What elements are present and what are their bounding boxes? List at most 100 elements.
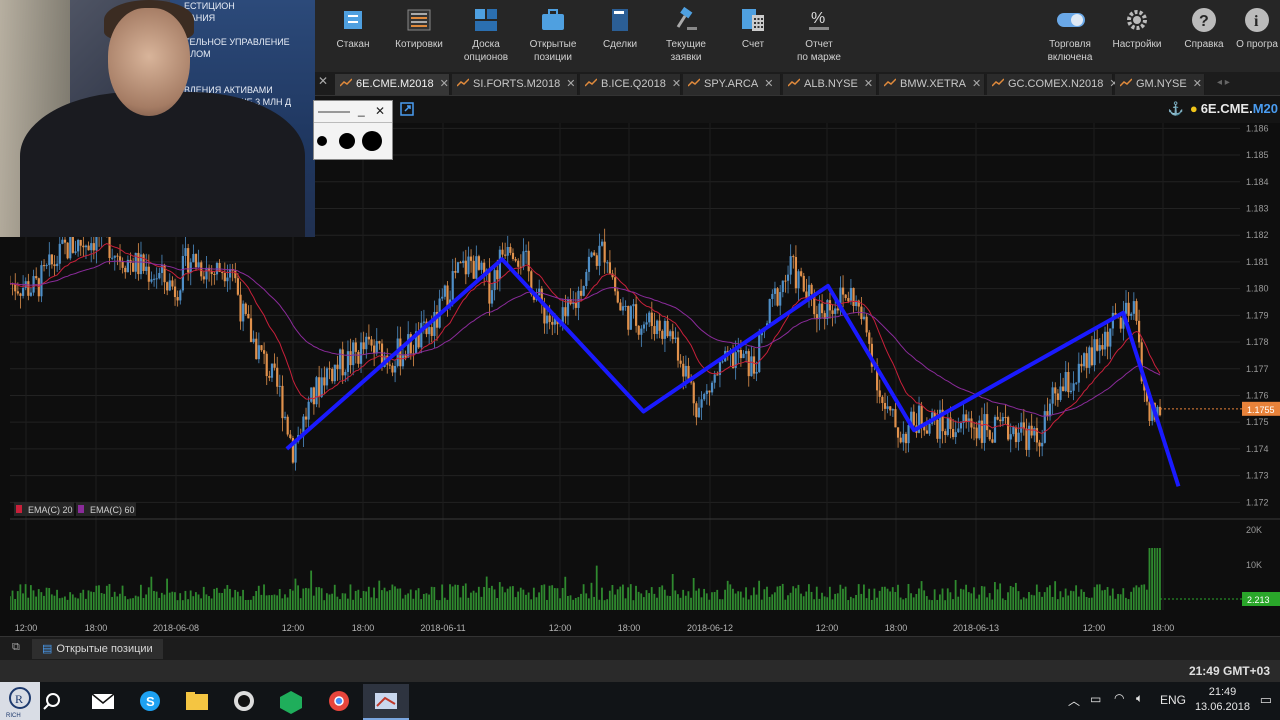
candle-body xyxy=(697,407,701,418)
toolbar-item[interactable]: Открытые позиции xyxy=(519,5,587,69)
candle-body xyxy=(792,256,795,258)
volume-bar xyxy=(514,597,517,610)
volume-bar xyxy=(270,595,273,610)
toolbar-item[interactable]: % Отчет по марже xyxy=(785,5,853,69)
toolbar-item[interactable]: Котировки xyxy=(385,5,453,69)
toolbar-item[interactable]: Текущие заявки xyxy=(652,5,720,69)
instrument-tab[interactable]: GC.COMEX.N2018 ✕ xyxy=(987,74,1119,95)
volume-bar xyxy=(446,599,449,610)
candle-body xyxy=(522,251,525,267)
chart-tab-icon xyxy=(457,78,469,87)
window-icon[interactable]: ⧉ xyxy=(12,641,20,654)
close-icon[interactable]: ✕ xyxy=(1193,74,1202,95)
brush-medium[interactable] xyxy=(339,133,355,149)
close-icon[interactable]: ✕ xyxy=(764,74,773,95)
volume-bar xyxy=(357,589,360,610)
toolbar-item[interactable]: Доска опционов xyxy=(452,5,520,69)
minimize-icon[interactable]: _ xyxy=(358,103,365,117)
app-root: ЕСТИЦИОН ВАНИЯ ТЕЛЬНОЕ УПРАВЛЕНИЕ АЛОМ ВЛЕ… xyxy=(0,0,1280,720)
taskbar-app[interactable] xyxy=(221,684,267,720)
drag-handle[interactable] xyxy=(318,111,350,113)
taskbar-app[interactable] xyxy=(32,684,78,720)
toolbar-item[interactable]: Торговля включена xyxy=(1036,5,1104,69)
instrument-tab[interactable]: ALB.NYSE ✕ xyxy=(783,74,877,95)
close-icon[interactable]: ✕ xyxy=(864,74,873,95)
language-indicator[interactable]: ENG xyxy=(1160,693,1186,707)
candle-body xyxy=(373,345,376,354)
candle-body xyxy=(797,271,800,289)
volume-bar xyxy=(572,599,575,610)
volume-bar xyxy=(1111,588,1114,610)
close-icon[interactable]: ✕ xyxy=(375,104,385,118)
volume-bar xyxy=(425,593,428,610)
candle-body xyxy=(986,414,989,431)
wifi-icon[interactable]: ◠ xyxy=(1114,691,1124,705)
chart-ticker-suffix: M20 xyxy=(1252,101,1278,116)
battery-icon[interactable]: ▭ xyxy=(1090,692,1101,706)
candle-body xyxy=(1025,428,1028,450)
close-icon[interactable]: ✕ xyxy=(972,74,981,95)
candle-body xyxy=(692,382,695,404)
instrument-tab[interactable]: GM.NYSE ✕ xyxy=(1115,74,1205,95)
expand-icon[interactable] xyxy=(400,102,414,116)
taskbar-app[interactable] xyxy=(268,684,314,720)
close-icon[interactable]: ✕ xyxy=(672,74,681,95)
info-icon: i xyxy=(1245,8,1269,32)
toolbar-item[interactable]: Сделки xyxy=(586,5,654,69)
taskbar-app[interactable]: S xyxy=(127,684,173,720)
taskbar-app[interactable] xyxy=(363,684,409,720)
volume-bar xyxy=(10,596,11,610)
close-icon[interactable]: ✕ xyxy=(440,74,449,95)
candle-body xyxy=(988,430,991,440)
instrument-tab[interactable]: SPY.ARCA ✕ xyxy=(683,74,781,95)
taskbar-app[interactable] xyxy=(174,684,220,720)
brush-small[interactable] xyxy=(317,136,327,146)
svg-text:R: R xyxy=(15,692,23,706)
palette-titlebar[interactable]: _ ✕ xyxy=(314,101,392,123)
volume-bar xyxy=(656,597,658,610)
volume-bar xyxy=(302,588,305,610)
candle-body xyxy=(1054,387,1057,394)
brush-large[interactable] xyxy=(362,131,382,151)
candle-body xyxy=(640,328,643,335)
toolbar-item[interactable]: Счет xyxy=(719,5,787,69)
instrument-tab[interactable]: SI.FORTS.M2018 ✕ xyxy=(452,74,578,95)
taskbar-app[interactable] xyxy=(316,684,362,720)
candle-body xyxy=(176,297,179,301)
volume-bar xyxy=(250,599,252,610)
instrument-tab-label: GM.NYSE xyxy=(1136,78,1187,90)
volume-bar xyxy=(711,592,713,610)
candle-body xyxy=(904,433,908,444)
candle-body xyxy=(1093,339,1096,366)
volume-bar xyxy=(1130,591,1133,610)
candle-body xyxy=(113,255,116,258)
tray-expand-icon[interactable]: ︿ xyxy=(1068,692,1080,709)
toolbar-item[interactable]: i О програ xyxy=(1223,5,1280,69)
volume-bar xyxy=(595,565,598,610)
candle-body xyxy=(527,250,530,272)
candle-body xyxy=(1072,383,1075,391)
candle-body xyxy=(1077,363,1080,383)
taskbar-app[interactable] xyxy=(80,684,126,720)
volume-bar xyxy=(650,587,653,610)
volume-bar xyxy=(622,584,624,610)
volume-icon[interactable]: 🔈︎ xyxy=(1136,691,1143,706)
toolbar-item[interactable]: Настройки xyxy=(1103,5,1171,69)
volume-bar xyxy=(1138,587,1140,610)
toolbar-item[interactable]: Стакан xyxy=(319,5,387,69)
notification-icon[interactable]: ▭ xyxy=(1260,692,1272,708)
instrument-tab[interactable]: 6E.CME.M2018 ✕ xyxy=(335,74,450,95)
instrument-tab[interactable]: BMW.XETRA ✕ xyxy=(879,74,985,95)
close-icon[interactable]: ✕ xyxy=(566,74,575,95)
volume-bar xyxy=(32,590,35,610)
volume-bar xyxy=(920,581,923,610)
close-icon[interactable]: ✕ xyxy=(318,74,328,88)
candle-body xyxy=(650,312,653,327)
tabs-scroll-icon[interactable]: ◂ ▸ xyxy=(1217,77,1230,88)
candle-body xyxy=(205,267,208,280)
volume-bar xyxy=(229,588,231,610)
svg-text:%: % xyxy=(811,10,825,27)
tab-open-positions[interactable]: ▤ Открытые позиции xyxy=(32,639,163,659)
taskbar-clock[interactable]: 21:49 13.06.2018 xyxy=(1195,685,1250,715)
instrument-tab[interactable]: B.ICE.Q2018 ✕ xyxy=(580,74,681,95)
